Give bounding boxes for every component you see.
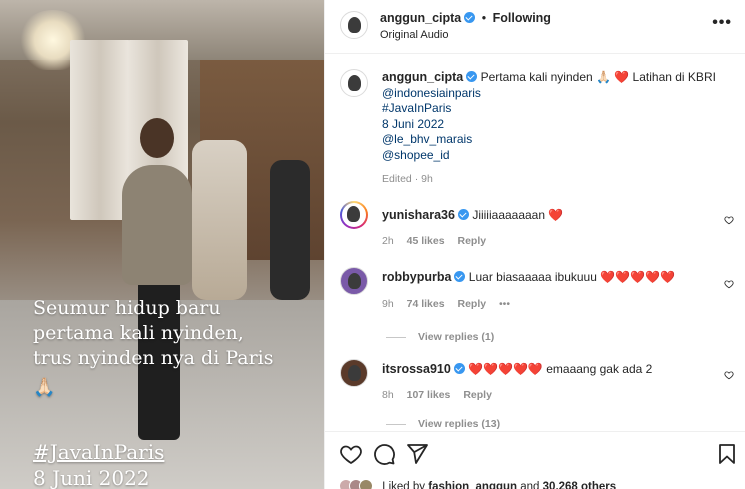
- verified-icon: [466, 71, 478, 82]
- pray-emoji: 🙏🏻: [33, 377, 56, 398]
- liked-mid: and: [520, 481, 540, 489]
- comment-username[interactable]: itsrossa910: [382, 362, 451, 376]
- like-icon[interactable]: [339, 442, 363, 466]
- like-comment-icon[interactable]: [724, 370, 734, 380]
- reply-button[interactable]: Reply: [463, 389, 492, 401]
- following-button[interactable]: Following: [493, 11, 551, 25]
- verified-icon: [457, 209, 469, 220]
- author-username[interactable]: anggun_cipta: [380, 11, 461, 25]
- verified-icon: [454, 271, 466, 282]
- commenter-avatar[interactable]: [340, 267, 368, 295]
- media-person-background: [270, 160, 310, 300]
- like-comment-icon[interactable]: [724, 279, 734, 289]
- caption-link[interactable]: #JavaInParis: [382, 101, 732, 117]
- caption-username[interactable]: anggun_cipta: [382, 70, 463, 84]
- header-line: anggun_cipta • Following: [380, 11, 551, 25]
- media-singer-head: [140, 118, 174, 158]
- like-comment-icon[interactable]: [724, 215, 734, 225]
- media-hashtag: #JavaInParis: [33, 440, 165, 464]
- comment-username[interactable]: robbypurba: [382, 270, 451, 284]
- caption-mention[interactable]: @shopee_id: [382, 148, 732, 164]
- comment-time: 8h: [382, 389, 394, 401]
- verified-icon: [453, 363, 465, 374]
- view-replies-button[interactable]: View replies (13): [386, 418, 500, 430]
- post-header: anggun_cipta • Following Original Audio …: [325, 0, 745, 54]
- comment-meta: 8h 107 likes Reply: [382, 389, 502, 401]
- comment-likes[interactable]: 74 likes: [407, 298, 445, 310]
- commenter-avatar[interactable]: [340, 359, 368, 387]
- reply-button[interactable]: Reply: [457, 298, 486, 310]
- liker-avatar: [359, 479, 373, 489]
- post-panel: anggun_cipta • Following Original Audio …: [324, 0, 745, 489]
- comment-body: robbypurba Luar biasaaaaa ibukuuu ❤️❤️❤️…: [382, 269, 712, 285]
- view-replies-button[interactable]: View replies (1): [386, 331, 494, 343]
- separator-dot: •: [481, 11, 487, 25]
- replies-divider: [386, 336, 406, 338]
- caption-text: Pertama kali nyinden 🙏🏻 ❤️ Latihan di KB…: [480, 70, 716, 84]
- comment-meta: 2h 45 likes Reply: [382, 235, 496, 247]
- commenter-avatar[interactable]: [340, 201, 368, 229]
- action-bar: Liked by fashion_anggun and 30,268 other…: [325, 431, 745, 489]
- comment-likes[interactable]: 45 likes: [407, 235, 445, 247]
- media-singer-body: [122, 165, 192, 285]
- reply-button[interactable]: Reply: [457, 235, 486, 247]
- author-avatar[interactable]: [340, 11, 368, 39]
- media-caption-line: Seumur hidup baru: [33, 297, 221, 319]
- comment-time: 2h: [382, 235, 394, 247]
- caption-date: 8 Juni 2022: [382, 116, 445, 131]
- media-curtain: [70, 40, 130, 220]
- liked-by-line: Liked by fashion_anggun and 30,268 other…: [339, 479, 616, 489]
- comment-emoji: ❤️: [548, 208, 564, 222]
- bookmark-icon[interactable]: [715, 442, 739, 466]
- audio-label[interactable]: Original Audio: [380, 29, 449, 41]
- view-replies-label[interactable]: View replies (1): [418, 331, 494, 343]
- comment-emoji: ❤️❤️❤️❤️❤️: [468, 362, 543, 376]
- comments-section[interactable]: anggun_cipta Pertama kali nyinden 🙏🏻 ❤️ …: [325, 55, 745, 430]
- caption-mention[interactable]: @le_bhv_marais: [382, 132, 732, 148]
- comment-text: emaaang gak ada 2: [546, 362, 653, 376]
- view-replies-label[interactable]: View replies (13): [418, 418, 500, 430]
- comment-body: yunishara36 Jiiiiiaaaaaaan ❤️: [382, 207, 712, 223]
- comment-more-icon[interactable]: •••: [499, 298, 510, 310]
- caption-avatar[interactable]: [340, 69, 368, 97]
- media-date: 8 Juni 2022: [33, 466, 150, 489]
- comment-time: 9h: [382, 298, 394, 310]
- media-person-background: [192, 140, 247, 300]
- comment-meta: 9h 74 likes Reply •••: [382, 298, 520, 310]
- caption-link[interactable]: @indonesiainparis: [382, 86, 732, 102]
- share-icon[interactable]: [405, 442, 429, 466]
- verified-icon: [464, 12, 476, 23]
- post-caption: anggun_cipta Pertama kali nyinden 🙏🏻 ❤️ …: [382, 70, 732, 188]
- comment-body: itsrossa910 ❤️❤️❤️❤️❤️ emaaang gak ada 2: [382, 361, 712, 377]
- liked-count[interactable]: 30,268 others: [543, 481, 617, 489]
- media-caption: Seumur hidup baru pertama kali nyinden, …: [33, 296, 313, 400]
- post-media[interactable]: Seumur hidup baru pertama kali nyinden, …: [0, 0, 324, 489]
- comment-username[interactable]: yunishara36: [382, 208, 455, 222]
- media-caption-line: pertama kali nyinden,: [33, 322, 244, 344]
- liked-user[interactable]: fashion_anggun: [428, 481, 517, 489]
- comment-text: Jiiiiiaaaaaaan: [472, 208, 546, 222]
- replies-divider: [386, 423, 406, 425]
- comment-icon[interactable]: [372, 442, 396, 466]
- more-options-icon[interactable]: •••: [712, 14, 732, 32]
- media-caption-line: trus nyinden nya di Paris: [33, 347, 274, 369]
- comment-likes[interactable]: 107 likes: [407, 389, 451, 401]
- liked-prefix: Liked by: [382, 481, 426, 489]
- comment-text: Luar biasaaaaa ibukuuu: [468, 270, 597, 284]
- caption-meta: Edited · 9h: [382, 173, 433, 185]
- comment-emoji: ❤️❤️❤️❤️❤️: [600, 270, 675, 284]
